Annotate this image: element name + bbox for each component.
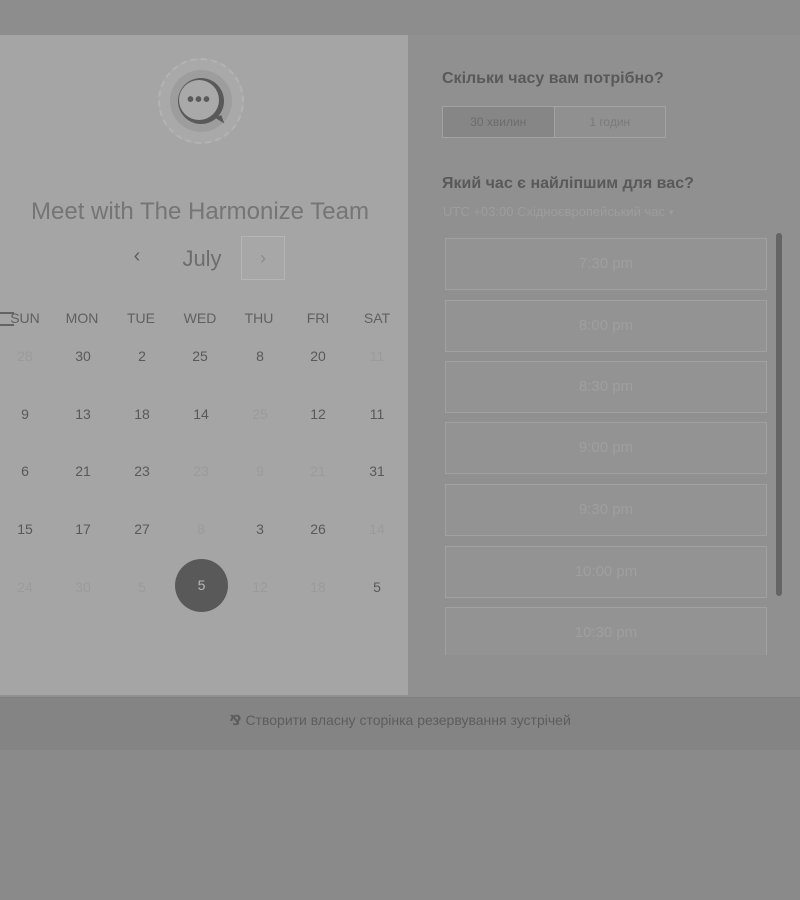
- calendar-day[interactable]: 6: [0, 463, 50, 479]
- prev-month-button[interactable]: ‹: [126, 246, 148, 268]
- calendar-day: 21: [310, 463, 326, 479]
- calendar-day[interactable]: 9: [0, 406, 50, 422]
- team-avatar: •••: [158, 58, 244, 144]
- calendar-day[interactable]: 23: [117, 463, 167, 479]
- duration-option-1hour[interactable]: 1 годин: [555, 107, 666, 137]
- calendar-day[interactable]: 18: [117, 406, 167, 422]
- weekday-header: SAT: [363, 310, 391, 326]
- calendar-day[interactable]: 20: [293, 348, 343, 364]
- calendar-day: 23: [193, 463, 209, 479]
- calendar-day: 30: [75, 579, 91, 595]
- calendar-day[interactable]: 13: [58, 406, 108, 422]
- duration-selector: 30 хвилин 1 годин: [442, 106, 666, 138]
- calendar-day[interactable]: 8: [235, 348, 285, 364]
- duration-question: Скільки часу вам потрібно?: [442, 70, 664, 87]
- footer-link-text: Створити власну сторінка резервування зу…: [245, 712, 571, 728]
- weekday-header: THU: [244, 310, 274, 326]
- time-slot[interactable]: 8:00 pm: [445, 300, 767, 352]
- weekday-header: SUN: [10, 310, 40, 326]
- calendar-day: 12: [252, 579, 268, 595]
- calendar-day: 8: [197, 521, 205, 537]
- bubble-dots: •••: [179, 80, 219, 120]
- calendar-day: 9: [256, 463, 264, 479]
- weekday-header: FRI: [306, 310, 330, 326]
- calendar-day: 24: [17, 579, 33, 595]
- calendar-day[interactable]: 30: [58, 348, 108, 364]
- calendar-day[interactable]: 15: [0, 521, 50, 537]
- meeting-title: Meet with The Harmonize Team: [31, 198, 369, 225]
- calendar-day: 25: [252, 406, 268, 422]
- calendar-day[interactable]: 2: [117, 348, 167, 364]
- selected-calendar-day[interactable]: 5: [175, 559, 228, 612]
- time-slot[interactable]: 8:30 pm: [445, 361, 767, 413]
- time-slot[interactable]: 10:00 pm: [445, 546, 767, 598]
- calendar-day[interactable]: 27: [117, 521, 167, 537]
- time-slot-scrollbar[interactable]: [776, 233, 782, 596]
- calendar-day[interactable]: 17: [58, 521, 108, 537]
- footer: ⅋ Створити власну сторінка резервування з…: [0, 697, 800, 750]
- calendar-day[interactable]: 31: [352, 463, 402, 479]
- calendar-day[interactable]: 11: [352, 406, 402, 422]
- duration-option-30min[interactable]: 30 хвилин: [443, 107, 555, 137]
- calendar-day: 5: [138, 579, 146, 595]
- next-month-button[interactable]: ›: [241, 236, 285, 280]
- time-slot-list: 7:30 pm 8:00 pm 8:30 pm 9:00 pm 9:30 pm …: [445, 235, 771, 655]
- calendar-day[interactable]: 3: [235, 521, 285, 537]
- calendar-day: 18: [310, 579, 326, 595]
- weekday-header: MON: [65, 310, 99, 326]
- weekday-header: TUE: [127, 310, 155, 326]
- timezone-dropdown[interactable]: UTC +03:00 Східноєвропейський час ▾: [443, 204, 674, 219]
- month-label: July: [182, 246, 222, 271]
- time-question: Який час є найліпшим для вас?: [442, 175, 694, 192]
- time-slot[interactable]: 9:00 pm: [445, 422, 767, 474]
- calendar-day[interactable]: 14: [176, 406, 226, 422]
- time-slot[interactable]: 9:30 pm: [445, 484, 767, 536]
- create-booking-page-link[interactable]: ⅋ Створити власну сторінка резервування з…: [0, 712, 800, 729]
- weekday-header: WED: [183, 310, 217, 326]
- hubspot-sprocket-icon: ⅋: [229, 712, 242, 728]
- chevron-down-icon: ▾: [668, 207, 674, 218]
- calendar-day[interactable]: 26: [293, 521, 343, 537]
- calendar-day[interactable]: 12: [293, 406, 343, 422]
- time-slot[interactable]: 10:30 pm: [445, 607, 767, 655]
- calendar-day: 11: [369, 348, 385, 364]
- top-bar: [0, 0, 800, 35]
- month-navigation: ‹ July ›: [120, 236, 290, 282]
- time-slot[interactable]: 7:30 pm: [445, 238, 767, 290]
- calendar-day[interactable]: 25: [175, 348, 225, 364]
- calendar-day: 28: [17, 348, 33, 364]
- calendar-day[interactable]: 5: [352, 579, 402, 595]
- calendar-day: 14: [369, 521, 385, 537]
- timezone-label: UTC +03:00 Східноєвропейський час: [443, 204, 665, 219]
- calendar-day[interactable]: 21: [58, 463, 108, 479]
